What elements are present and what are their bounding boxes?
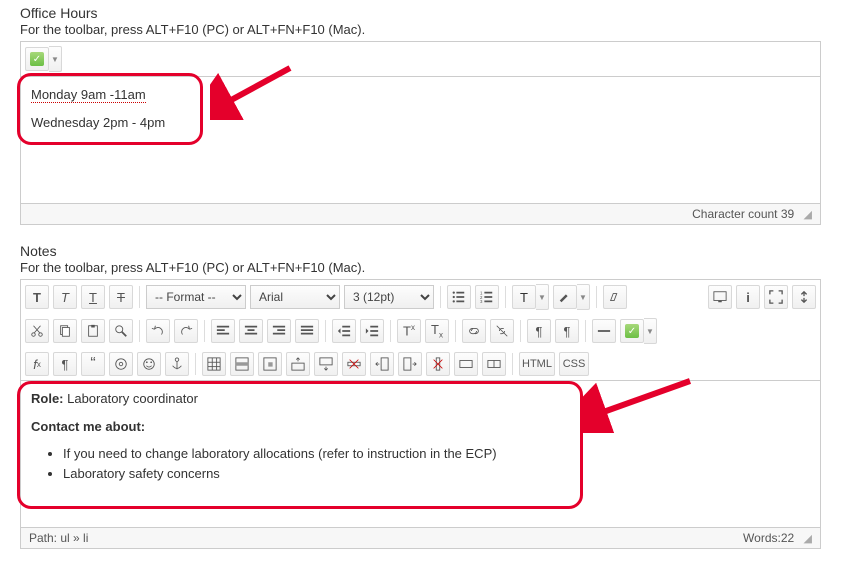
office-hours-section: Office Hours For the toolbar, press ALT+… bbox=[20, 5, 821, 225]
more-button[interactable] bbox=[792, 285, 816, 309]
outdent-button[interactable] bbox=[332, 319, 356, 343]
office-hours-line1: Monday 9am -11am bbox=[31, 85, 810, 105]
mashup-button[interactable] bbox=[109, 352, 133, 376]
clear-format-button[interactable] bbox=[603, 285, 627, 309]
word-count-label: Words:22 bbox=[743, 531, 794, 545]
office-hours-toolbar: ✓ ▼ bbox=[21, 42, 820, 77]
element-path: Path: ul » li bbox=[29, 531, 88, 545]
cut-button[interactable] bbox=[25, 319, 49, 343]
office-hours-label: Office Hours bbox=[20, 5, 821, 21]
check-icon: ✓ bbox=[30, 52, 44, 66]
path-ul-link[interactable]: ul bbox=[60, 531, 69, 545]
office-hours-content[interactable]: Monday 9am -11am Wednesday 2pm - 4pm bbox=[21, 77, 820, 203]
bullet-list-button[interactable] bbox=[447, 285, 471, 309]
paragraph-button[interactable]: ¶ bbox=[53, 352, 77, 376]
notes-section: Notes For the toolbar, press ALT+F10 (PC… bbox=[20, 243, 821, 549]
split-cells-button[interactable] bbox=[482, 352, 506, 376]
css-button[interactable]: CSS bbox=[559, 352, 589, 376]
formula-button[interactable]: fx bbox=[25, 352, 49, 376]
align-right-button[interactable] bbox=[267, 319, 291, 343]
indent-button[interactable] bbox=[360, 319, 384, 343]
quote-button[interactable]: “ bbox=[81, 352, 105, 376]
list-item: Laboratory safety concerns bbox=[63, 464, 810, 484]
spellcheck-dropdown-arrow[interactable]: ▼ bbox=[49, 46, 62, 72]
numbered-list-button[interactable]: 123 bbox=[475, 285, 499, 309]
font-select[interactable]: Arial bbox=[250, 285, 340, 309]
link-button[interactable] bbox=[462, 319, 486, 343]
insert-col-right-button[interactable] bbox=[398, 352, 422, 376]
rtl-button[interactable]: ¶ bbox=[555, 319, 579, 343]
insert-row-above-button[interactable] bbox=[286, 352, 310, 376]
insert-row-below-button[interactable] bbox=[314, 352, 338, 376]
notes-editor: T T T Ŧ -- Format -- Arial 3 (12pt) 123 … bbox=[20, 279, 821, 528]
char-count-label: Character count 39 bbox=[692, 207, 794, 221]
highlight-button[interactable] bbox=[553, 285, 577, 309]
text-color-button[interactable]: T bbox=[512, 285, 536, 309]
align-justify-button[interactable] bbox=[295, 319, 319, 343]
undo-button[interactable] bbox=[146, 319, 170, 343]
office-hours-line2: Wednesday 2pm - 4pm bbox=[31, 113, 810, 133]
office-hours-statusbar: Character count 39 ◢ bbox=[20, 204, 821, 225]
spellcheck-notes-button[interactable]: ✓ bbox=[620, 319, 644, 343]
unlink-button[interactable] bbox=[490, 319, 514, 343]
spellcheck-button[interactable]: ✓ bbox=[25, 47, 49, 71]
path-li-link[interactable]: li bbox=[83, 531, 88, 545]
subscript-button[interactable]: Tx bbox=[425, 319, 449, 343]
hr-button[interactable] bbox=[592, 319, 616, 343]
contact-heading: Contact me about: bbox=[31, 417, 810, 437]
insert-col-left-button[interactable] bbox=[370, 352, 394, 376]
notes-statusbar: Path: ul » li Words:22 ◢ bbox=[20, 528, 821, 549]
italic-button[interactable]: T bbox=[53, 285, 77, 309]
resize-handle-icon[interactable]: ◢ bbox=[804, 208, 812, 221]
paste-button[interactable] bbox=[81, 319, 105, 343]
copy-button[interactable] bbox=[53, 319, 77, 343]
align-center-button[interactable] bbox=[239, 319, 263, 343]
info-button[interactable]: i bbox=[736, 285, 760, 309]
underline-button[interactable]: T bbox=[81, 285, 105, 309]
highlight-dropdown[interactable]: ▼ bbox=[577, 284, 590, 310]
role-line: Role: Laboratory coordinator bbox=[31, 389, 810, 409]
notes-toolbar: T T T Ŧ -- Format -- Arial 3 (12pt) 123 … bbox=[21, 280, 820, 381]
svg-text:3: 3 bbox=[480, 299, 483, 304]
anchor-button[interactable] bbox=[165, 352, 189, 376]
annotation-highlight-office-hours bbox=[17, 73, 203, 145]
table-cell-props-button[interactable] bbox=[258, 352, 282, 376]
redo-button[interactable] bbox=[174, 319, 198, 343]
ltr-button[interactable]: ¶ bbox=[527, 319, 551, 343]
delete-col-button[interactable] bbox=[426, 352, 450, 376]
spellcheck-notes-dropdown[interactable]: ▼ bbox=[644, 318, 657, 344]
format-select[interactable]: -- Format -- bbox=[146, 285, 246, 309]
superscript-button[interactable]: Tx bbox=[397, 319, 421, 343]
resize-handle-icon[interactable]: ◢ bbox=[804, 532, 812, 545]
preview-button[interactable] bbox=[708, 285, 732, 309]
notes-hint: For the toolbar, press ALT+F10 (PC) or A… bbox=[20, 260, 821, 275]
merge-cells-button[interactable] bbox=[454, 352, 478, 376]
notes-label: Notes bbox=[20, 243, 821, 259]
table-button[interactable] bbox=[202, 352, 226, 376]
notes-content[interactable]: Role: Laboratory coordinator Contact me … bbox=[21, 381, 820, 527]
office-hours-editor: ✓ ▼ Monday 9am -11am Wednesday 2pm - 4pm bbox=[20, 41, 821, 204]
office-hours-hint: For the toolbar, press ALT+F10 (PC) or A… bbox=[20, 22, 821, 37]
emoji-button[interactable] bbox=[137, 352, 161, 376]
html-button[interactable]: HTML bbox=[519, 352, 555, 376]
text-color-dropdown[interactable]: ▼ bbox=[536, 284, 549, 310]
fontsize-select[interactable]: 3 (12pt) bbox=[344, 285, 434, 309]
bold-button[interactable]: T bbox=[25, 285, 49, 309]
align-left-button[interactable] bbox=[211, 319, 235, 343]
strike-button[interactable]: Ŧ bbox=[109, 285, 133, 309]
delete-row-button[interactable] bbox=[342, 352, 366, 376]
check-icon: ✓ bbox=[625, 324, 639, 338]
fullscreen-button[interactable] bbox=[764, 285, 788, 309]
find-button[interactable] bbox=[109, 319, 133, 343]
list-item: If you need to change laboratory allocat… bbox=[63, 444, 810, 464]
contact-list: If you need to change laboratory allocat… bbox=[31, 444, 810, 483]
table-row-props-button[interactable] bbox=[230, 352, 254, 376]
